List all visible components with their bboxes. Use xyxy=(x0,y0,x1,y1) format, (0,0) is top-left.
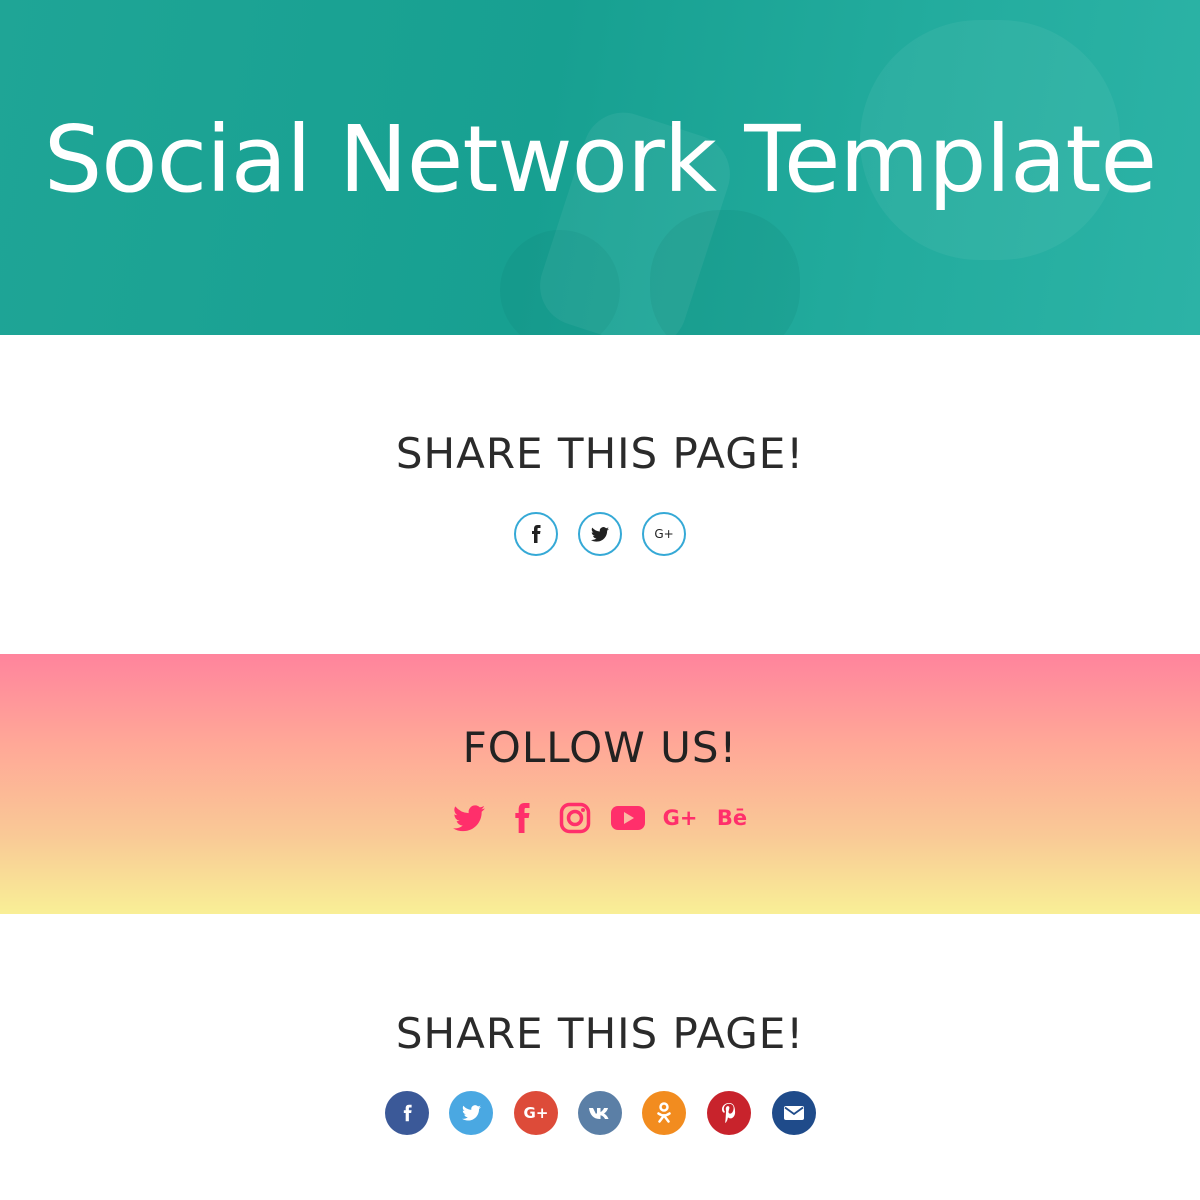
vk-icon xyxy=(589,1107,609,1119)
share-mail-button[interactable] xyxy=(772,1091,816,1135)
follow-instagram-link[interactable] xyxy=(557,800,593,836)
pinterest-icon xyxy=(722,1103,736,1123)
follow-google-plus-link[interactable]: G+ xyxy=(662,800,698,836)
odnoklassniki-icon xyxy=(657,1102,671,1123)
mail-icon xyxy=(784,1106,804,1120)
behance-icon: Bē xyxy=(716,806,748,830)
share-odnoklassniki-button[interactable] xyxy=(642,1091,686,1135)
twitter-icon xyxy=(461,1105,481,1121)
instagram-icon xyxy=(559,802,591,834)
facebook-icon xyxy=(403,1104,412,1122)
share-google-plus-button[interactable]: G+ xyxy=(642,512,686,556)
share-facebook-button-filled[interactable] xyxy=(385,1091,429,1135)
google-plus-icon: G+ xyxy=(654,527,674,541)
follow-heading: FOLLOW US! xyxy=(462,723,738,772)
share-vk-button[interactable] xyxy=(578,1091,622,1135)
share-twitter-button-filled[interactable] xyxy=(449,1091,493,1135)
share-twitter-button[interactable] xyxy=(578,512,622,556)
share-facebook-button[interactable] xyxy=(514,512,558,556)
share-heading-2: SHARE THIS PAGE! xyxy=(395,1009,805,1058)
facebook-icon xyxy=(532,525,541,543)
google-plus-icon: G+ xyxy=(523,1104,549,1122)
page-title: Social Network Template xyxy=(43,106,1157,213)
twitter-icon xyxy=(453,804,485,831)
follow-youtube-link[interactable] xyxy=(610,800,646,836)
share-pinterest-button[interactable] xyxy=(707,1091,751,1135)
follow-band xyxy=(0,654,1200,914)
facebook-icon xyxy=(515,803,530,833)
follow-facebook-link[interactable] xyxy=(504,800,540,836)
share-heading: SHARE THIS PAGE! xyxy=(395,429,805,478)
follow-twitter-link[interactable] xyxy=(451,800,487,836)
youtube-icon xyxy=(611,806,645,830)
share-google-plus-button-filled[interactable]: G+ xyxy=(514,1091,558,1135)
hero-background-hand xyxy=(650,210,800,335)
follow-behance-link[interactable]: Bē xyxy=(714,800,750,836)
hero-banner: Social Network Template xyxy=(0,0,1200,335)
google-plus-icon: G+ xyxy=(662,806,698,830)
twitter-icon xyxy=(591,526,609,542)
